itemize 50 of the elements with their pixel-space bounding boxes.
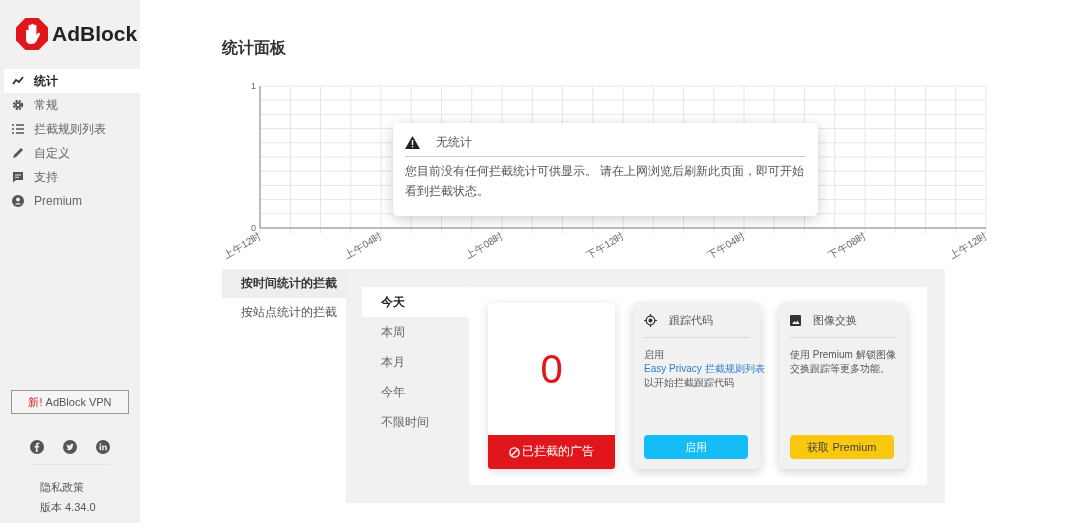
list-icon [12, 124, 24, 134]
sidebar-item[interactable]: 支持 [4, 165, 140, 189]
privacy-link[interactable]: 隐私政策 [40, 479, 140, 496]
x-tick-label: 下午04时 [705, 230, 747, 261]
card-description: 使用 Premium 解锁图像交换跟踪等更多功能。 [790, 347, 896, 376]
period-tab[interactable]: 本月 [362, 347, 469, 377]
twitter-icon[interactable] [63, 440, 77, 454]
filter-list-link[interactable]: Easy Privacy 拦截规则列表 [644, 362, 765, 374]
logo-icon [16, 18, 48, 50]
card-title: 图像交换 [813, 313, 857, 328]
period-tab[interactable]: 今天 [362, 287, 469, 317]
alert-title: 无统计 [436, 134, 472, 151]
warning-icon [405, 135, 420, 149]
vpn-button[interactable]: 新! AdBlock VPN [11, 390, 129, 414]
x-tick-label: 上午12时 [947, 230, 989, 261]
alert-message: 您目前没有任何拦截统计可供显示。 请在上网浏览后刷新此页面，即可开始看到拦截状态。 [405, 164, 806, 199]
linkedin-icon[interactable] [96, 440, 110, 454]
period-tab[interactable]: 不限时间 [362, 407, 469, 437]
page-title: 统计面板 [222, 38, 287, 58]
pencil-icon [12, 147, 24, 159]
sidebar-item[interactable]: 统计 [4, 69, 140, 93]
blocked-count: 0 [539, 346, 564, 393]
period-tab[interactable]: 本周 [362, 317, 469, 347]
target-icon [644, 314, 657, 328]
blocked-ads-label: 已拦截的广告 [488, 435, 615, 469]
card-title: 跟踪代码 [669, 313, 713, 328]
period-tab[interactable]: 今年 [362, 377, 469, 407]
x-tick-label: 下午12时 [584, 230, 626, 261]
y-tick-label: 1 [251, 81, 256, 91]
sidebar-item[interactable]: 自定义 [4, 141, 140, 165]
sidebar-item[interactable]: 常规 [4, 93, 140, 117]
x-tick-label: 上午08时 [463, 230, 505, 261]
x-tick-label: 上午12时 [222, 230, 263, 261]
tab[interactable]: 按时间统计的拦截 [222, 269, 346, 299]
settings-icon [12, 99, 24, 111]
sidebar-item[interactable]: 拦截规则列表 [4, 117, 140, 141]
tab[interactable]: 按站点统计的拦截 [222, 298, 346, 328]
version-text: 版本 4.34.0 [40, 499, 97, 515]
sidebar-item[interactable]: Premium [4, 189, 140, 213]
facebook-icon[interactable] [30, 440, 44, 454]
user-icon [12, 195, 24, 207]
y-tick-label: 0 [251, 223, 256, 233]
image-icon [790, 315, 801, 327]
chat-icon [12, 171, 24, 183]
brand-name: AdBlock [52, 21, 138, 48]
chart-icon [12, 76, 24, 86]
premium-button[interactable]: 获取 Premium [790, 435, 894, 459]
block-icon [509, 446, 520, 458]
x-tick-label: 上午04时 [342, 230, 384, 261]
x-tick-label: 下午08时 [826, 230, 868, 261]
